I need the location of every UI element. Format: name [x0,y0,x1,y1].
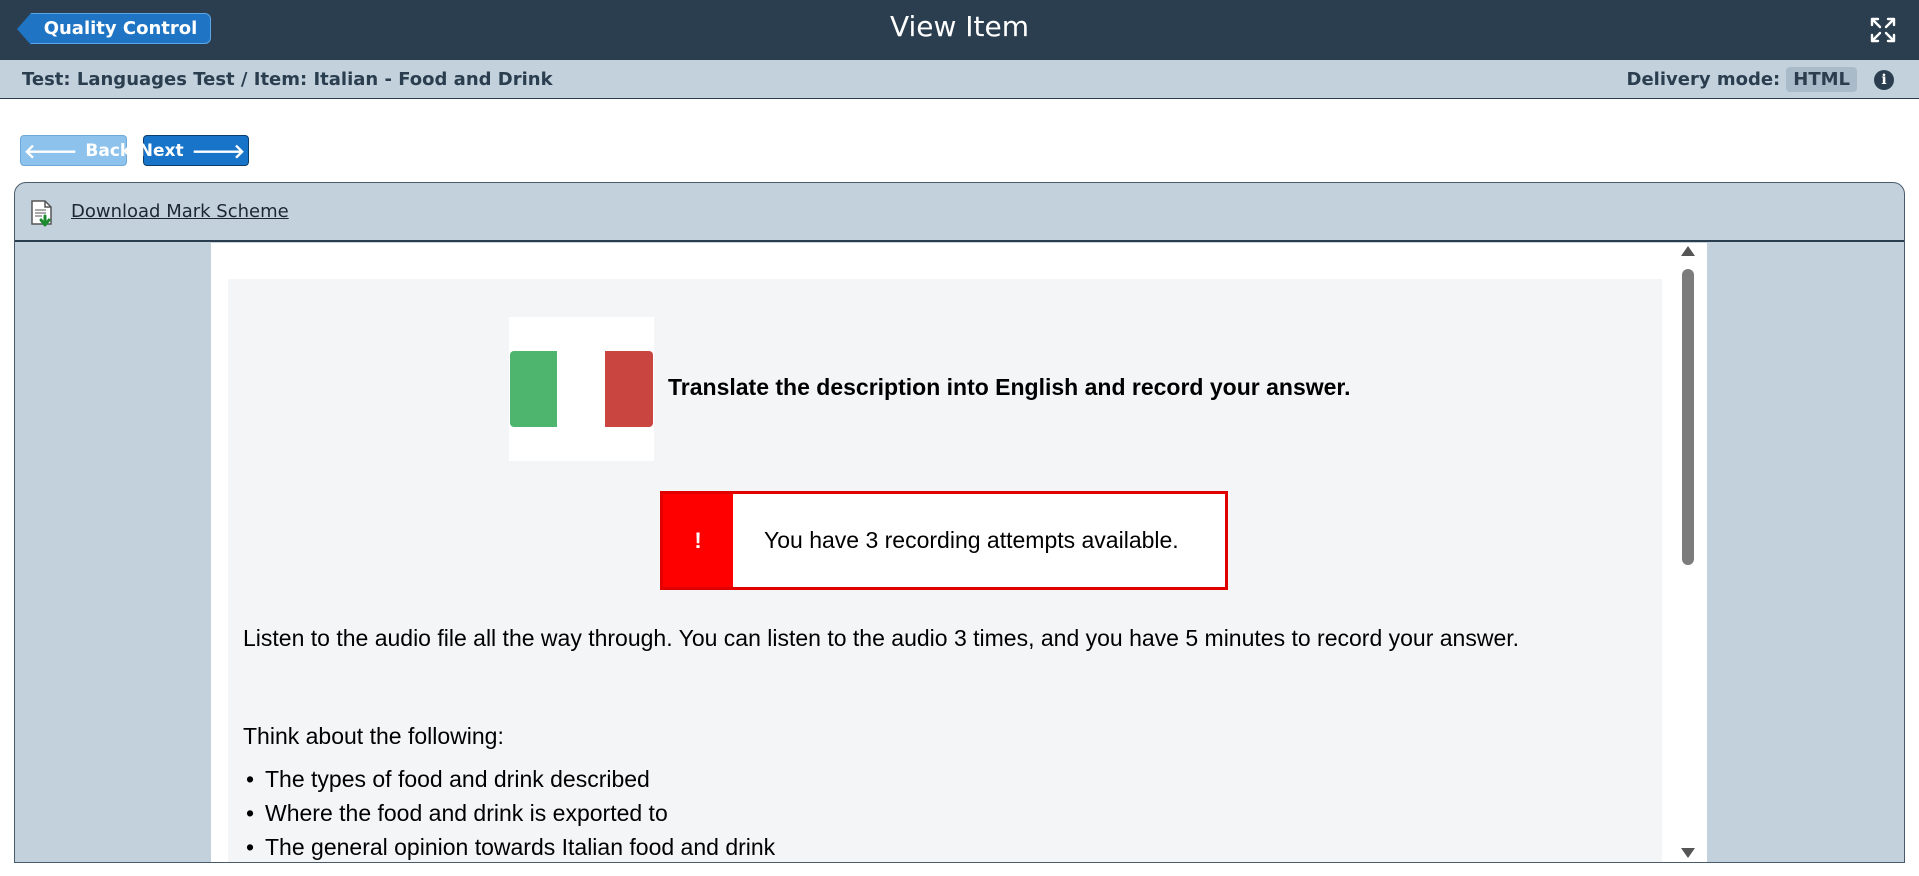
question-instruction: Translate the description into English a… [668,374,1351,400]
delivery-mode-label: Delivery mode: [1626,69,1781,90]
scroll-down-arrow[interactable] [1681,848,1695,858]
back-button-label: Back [85,140,132,161]
scroll-up-arrow[interactable] [1681,246,1695,256]
expand-icon[interactable] [1869,16,1897,44]
breadcrumb: Test: Languages Test / Item: Italian - F… [22,69,553,90]
breadcrumb-bar: Test: Languages Test / Item: Italian - F… [0,60,1919,99]
recording-attempts-alert: ! You have 3 recording attempts availabl… [660,491,1228,590]
flag-green-stripe [510,351,557,427]
exclamation-icon: ! [663,494,733,587]
item-panel: Download Mark Scheme Translate the descr… [14,182,1905,863]
back-button[interactable]: 🡐 Back [20,135,131,166]
item-content-frame: Translate the description into English a… [211,243,1707,862]
list-item: The general opinion towards Italian food… [243,832,775,862]
italian-flag-image [509,317,654,461]
arrow-right-icon: 🡒 [191,138,246,163]
next-button-label: Next [138,140,184,161]
download-document-icon[interactable] [30,200,56,230]
alert-text: You have 3 recording attempts available. [764,527,1179,553]
list-item: Where the food and drink is exported to [243,798,775,832]
page-title: View Item [889,10,1030,43]
arrow-left-icon: 🡐 [23,138,78,163]
bullet-list: The types of food and drink described Wh… [243,764,775,862]
delivery-mode: Delivery mode: HTML [1627,67,1857,92]
delivery-mode-badge: HTML [1786,67,1857,92]
list-item: The types of food and drink described [243,764,775,798]
panel-header: Download Mark Scheme [15,183,1904,242]
question-area: Translate the description into English a… [228,279,1662,862]
top-bar: Quality Control View Item [0,0,1919,60]
flag-red-stripe [605,351,653,427]
scrollbar-thumb[interactable] [1682,269,1694,565]
instructions-paragraph: Listen to the audio file all the way thr… [243,625,1520,651]
info-icon[interactable]: i [1874,70,1894,90]
think-label: Think about the following: [243,723,504,749]
next-button[interactable]: Next 🡒 [139,135,249,166]
download-mark-scheme-link[interactable]: Download Mark Scheme [71,201,289,222]
